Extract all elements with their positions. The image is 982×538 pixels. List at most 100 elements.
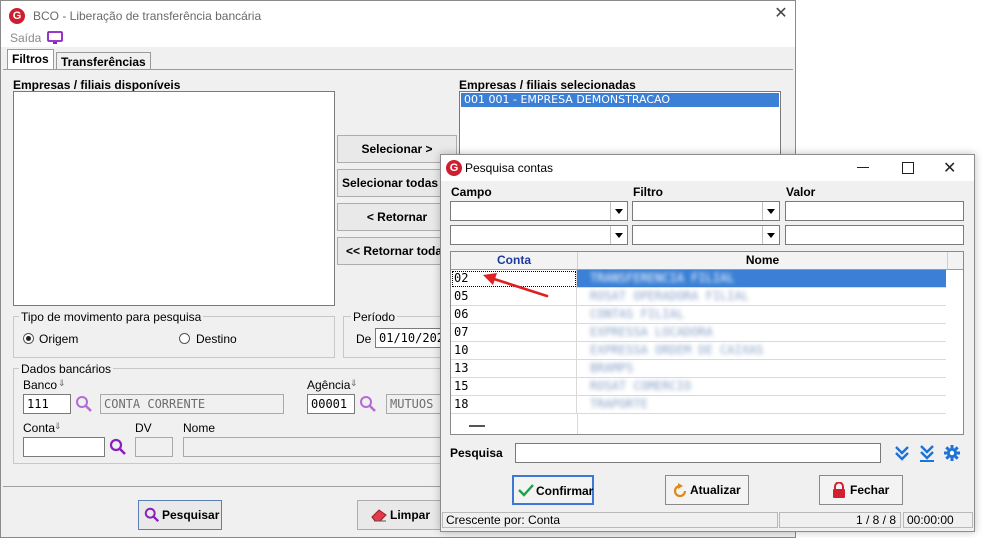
search-icon[interactable]: [359, 395, 377, 413]
search-icon[interactable]: [109, 438, 127, 456]
radio-origem[interactable]: [23, 333, 34, 344]
table-row[interactable]: 06 CONTAS FILIAL: [451, 306, 946, 324]
contas-grid[interactable]: Conta Nome 02 TRANSFERENCIA FILIAL 05 RO…: [450, 251, 964, 435]
agencia-label: Agência: [307, 378, 351, 392]
filtro-label: Filtro: [633, 185, 663, 199]
col-header-nome[interactable]: Nome: [578, 252, 948, 270]
cell-conta: 06: [451, 306, 577, 324]
required-arrow-icon: ⇓: [54, 421, 62, 431]
radio-origem-label: Origem: [39, 332, 79, 346]
app-logo-icon: G: [446, 160, 462, 176]
nome-field: [183, 437, 446, 457]
valor-label: Valor: [786, 185, 816, 199]
banco-name-field: CONTA CORRENTE: [100, 394, 284, 414]
fechar-label: Fechar: [850, 483, 890, 497]
pesquisa-label: Pesquisa: [450, 446, 503, 460]
limpar-button[interactable]: Limpar: [357, 500, 441, 530]
cell-nome: TRAPORTE: [590, 397, 648, 411]
menu-saida[interactable]: Saída: [10, 31, 41, 45]
radio-destino-label: Destino: [196, 332, 237, 346]
grid-empty-area: [451, 414, 578, 434]
cell-conta: 18: [451, 396, 577, 414]
cell-nome: ROSAT OPERADORA FILIAL: [590, 289, 749, 303]
close-icon[interactable]: ✕: [943, 158, 956, 178]
conta-label: Conta: [23, 421, 56, 435]
cell-conta: 10: [451, 342, 577, 360]
cell-conta: 07: [451, 324, 577, 342]
dv-label: DV: [135, 421, 152, 435]
fechar-button[interactable]: Fechar: [819, 475, 903, 505]
limpar-label: Limpar: [390, 508, 431, 522]
selected-list[interactable]: 001 001 - EMPRESA DEMONSTRACAO: [459, 91, 781, 161]
tab-transferencias[interactable]: Transferências: [56, 52, 151, 70]
maximize-icon[interactable]: [902, 162, 914, 174]
list-item[interactable]: 001 001 - EMPRESA DEMONSTRACAO: [461, 93, 779, 107]
menu-bar: Saída: [1, 31, 795, 47]
valor-input-2[interactable]: [785, 225, 964, 245]
campo-label: Campo: [451, 185, 492, 199]
selecionar-button[interactable]: Selecionar >: [337, 135, 457, 163]
confirmar-label: Confirmar: [536, 484, 594, 498]
gear-icon[interactable]: [944, 445, 960, 461]
pesquisa-contas-dialog: G Pesquisa contas ✕ Campo Filtro Valor C…: [440, 154, 975, 532]
required-arrow-icon: ⇓: [350, 378, 358, 388]
close-icon[interactable]: ✕: [773, 6, 789, 22]
agencia-code-input[interactable]: 00001: [307, 394, 355, 414]
retornar-todas-button[interactable]: << Retornar toda: [337, 237, 457, 265]
movement-type-label: Tipo de movimento para pesquisa: [19, 310, 204, 324]
table-row[interactable]: 13 BRAMPS: [451, 360, 946, 378]
period-de-label: De: [356, 332, 372, 346]
table-row[interactable]: 07 EXPRESSA LOCADORA: [451, 324, 946, 342]
filtro-select-1[interactable]: [632, 201, 780, 221]
cell-nome: BRAMPS: [590, 361, 634, 375]
confirmar-button[interactable]: Confirmar: [512, 475, 594, 505]
table-row[interactable]: 15 ROSAT COMERCIO: [451, 378, 946, 396]
tab-filtros[interactable]: Filtros: [7, 49, 54, 69]
cell-nome: CONTAS FILIAL: [590, 307, 684, 321]
table-row[interactable]: 18 TRAPORTE: [451, 396, 946, 414]
tab-divider: [3, 69, 793, 70]
search-icon[interactable]: [75, 395, 93, 413]
retornar-todas-label: << Retornar toda: [346, 244, 443, 258]
chevron-down-icon: [762, 202, 779, 220]
dialog-title-bar: G Pesquisa contas ✕: [441, 155, 974, 181]
pesquisar-label: Pesquisar: [162, 508, 220, 522]
pesquisa-input[interactable]: [515, 443, 881, 463]
title-bar: G BCO - Liberação de transferência bancá…: [1, 1, 795, 31]
eraser-icon: [371, 509, 387, 522]
pesquisar-button[interactable]: Pesquisar: [138, 500, 222, 530]
campo-select-1[interactable]: [450, 201, 628, 221]
campo-select-2[interactable]: [450, 225, 628, 245]
available-list[interactable]: [13, 91, 335, 306]
double-chevron-down-icon[interactable]: [894, 445, 910, 461]
period-from-input[interactable]: 01/10/2025: [375, 328, 451, 348]
cell-conta: 15: [451, 378, 577, 396]
annotation-arrow-icon: [483, 273, 549, 298]
valor-input-1[interactable]: [785, 201, 964, 221]
status-time: 00:00:00: [903, 512, 973, 528]
dv-field: [135, 437, 173, 457]
conta-input[interactable]: [23, 437, 105, 457]
new-row-indicator: [469, 425, 485, 427]
search-icon: [144, 507, 160, 523]
selecionar-label: Selecionar >: [361, 142, 433, 156]
lock-icon: [833, 482, 845, 498]
minimize-icon[interactable]: [857, 167, 869, 168]
retornar-button[interactable]: < Retornar: [337, 203, 457, 231]
atualizar-button[interactable]: Atualizar: [665, 475, 749, 505]
dialog-title: Pesquisa contas: [465, 161, 554, 175]
col-header-conta[interactable]: Conta: [451, 252, 578, 270]
required-arrow-icon: ⇓: [58, 378, 66, 388]
filtro-select-2[interactable]: [632, 225, 780, 245]
cell-nome: ROSAT COMERCIO: [590, 379, 692, 393]
table-row[interactable]: 10 EXPRESSA ORDEM DE CAIXAS: [451, 342, 946, 360]
status-sort: Crescente por: Conta: [442, 512, 778, 528]
period-label: Período: [351, 310, 398, 324]
selecionar-todas-button[interactable]: Selecionar todas: [337, 169, 457, 197]
banco-code-input[interactable]: 111: [23, 394, 71, 414]
monitor-icon[interactable]: [47, 31, 63, 46]
cell-nome: EXPRESSA LOCADORA: [590, 325, 713, 339]
grid-scrollbar[interactable]: [963, 270, 964, 342]
jump-to-end-icon[interactable]: [919, 445, 935, 462]
radio-destino[interactable]: [179, 333, 190, 344]
